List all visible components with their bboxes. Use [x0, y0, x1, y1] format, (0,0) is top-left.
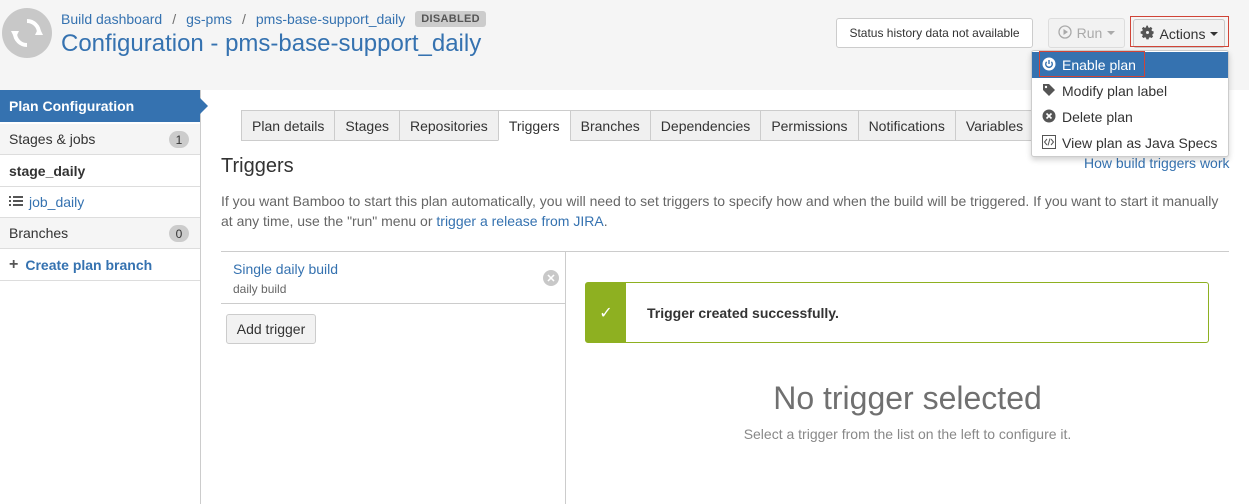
breadcrumb-project-link[interactable]: gs-pms	[186, 11, 232, 27]
sidebar-heading[interactable]: Plan Configuration	[0, 90, 208, 122]
help-link[interactable]: How build triggers work	[1084, 155, 1230, 171]
tag-icon	[1042, 83, 1056, 100]
status-history-button[interactable]: Status history data not available	[836, 18, 1033, 48]
menu-item-enable-plan[interactable]: Enable plan	[1032, 52, 1228, 78]
page-title[interactable]: Configuration - pms-base-support_daily	[61, 30, 481, 58]
success-message: ✓ Trigger created successfully.	[585, 282, 1209, 343]
trigger-description: daily build	[233, 282, 287, 296]
menu-item-label: View plan as Java Specs	[1062, 135, 1218, 151]
section-title: Triggers	[221, 155, 294, 177]
run-label: Run	[1076, 25, 1103, 41]
breadcrumb-dashboard-link[interactable]: Build dashboard	[61, 11, 162, 27]
sidebar-item-label: Stages & jobs	[9, 131, 96, 147]
code-icon	[1042, 134, 1056, 152]
breadcrumb-separator: /	[172, 11, 177, 27]
menu-item-label: Delete plan	[1062, 109, 1133, 125]
actions-label: Actions	[1159, 25, 1206, 42]
stages-count-badge: 1	[169, 131, 189, 148]
trigger-list: Single daily build daily build ✕ Add tri…	[221, 252, 566, 504]
list-icon	[9, 194, 23, 210]
sidebar-job-item[interactable]: job_daily	[0, 187, 200, 218]
tab-repositories[interactable]: Repositories	[398, 110, 498, 141]
play-icon	[1058, 24, 1072, 42]
run-button[interactable]: Run	[1048, 18, 1125, 48]
menu-item-modify-plan-label[interactable]: Modify plan label	[1032, 78, 1228, 104]
plan-status-icon	[2, 8, 52, 58]
config-tabs: Plan details Stages Repositories Trigger…	[241, 110, 1035, 141]
sidebar-item-label: Branches	[9, 225, 69, 241]
plus-icon: +	[9, 256, 19, 273]
jira-release-link[interactable]: trigger a release from JIRA	[436, 213, 603, 229]
plan-config-sidebar: Plan Configuration Stages & jobs 1 stage…	[0, 90, 208, 504]
tab-variables[interactable]: Variables	[954, 110, 1035, 141]
disabled-status-badge: DISABLED	[415, 11, 486, 27]
tab-permissions[interactable]: Permissions	[760, 110, 858, 141]
breadcrumb: Build dashboard / gs-pms / pms-base-supp…	[61, 11, 486, 27]
create-branch-label: Create plan branch	[25, 257, 153, 273]
actions-dropdown-menu: Enable plan Modify plan label Delete pla…	[1031, 50, 1229, 157]
tab-plan-details[interactable]: Plan details	[241, 110, 335, 141]
delete-trigger-icon[interactable]: ✕	[543, 270, 559, 286]
tab-branches[interactable]: Branches	[569, 110, 650, 141]
branches-count-badge: 0	[169, 225, 189, 242]
description-text: If you want Bamboo to start this plan au…	[221, 193, 1219, 229]
sidebar-item-branches[interactable]: Branches 0	[0, 218, 200, 249]
menu-item-view-java-specs[interactable]: View plan as Java Specs	[1032, 130, 1228, 156]
chevron-down-icon	[1210, 31, 1219, 36]
empty-state-subtitle: Select a trigger from the list on the le…	[743, 426, 1072, 442]
chevron-down-icon	[1107, 31, 1116, 35]
checkmark-icon: ✓	[586, 283, 626, 342]
job-link[interactable]: job_daily	[29, 194, 84, 210]
success-text: Trigger created successfully.	[647, 305, 839, 321]
description-text: .	[603, 213, 608, 229]
create-plan-branch-link[interactable]: + Create plan branch	[0, 250, 200, 281]
stage-name: stage_daily	[9, 163, 86, 179]
breadcrumb-separator: /	[241, 11, 246, 27]
section-description: If you want Bamboo to start this plan au…	[221, 191, 1229, 231]
tab-stages[interactable]: Stages	[334, 110, 399, 141]
power-icon	[1042, 57, 1056, 74]
tab-triggers[interactable]: Triggers	[497, 110, 570, 141]
delete-icon	[1042, 109, 1056, 126]
sidebar-item-stages-jobs[interactable]: Stages & jobs 1	[0, 124, 200, 155]
add-trigger-button[interactable]: Add trigger	[226, 314, 316, 344]
sidebar-stage-item[interactable]: stage_daily	[0, 156, 200, 187]
actions-button[interactable]: Actions	[1133, 19, 1225, 48]
menu-item-delete-plan[interactable]: Delete plan	[1032, 104, 1228, 130]
gear-icon	[1140, 25, 1155, 43]
menu-item-label: Enable plan	[1062, 57, 1136, 73]
list-item[interactable]: Single daily build daily build ✕	[221, 252, 565, 304]
tab-notifications[interactable]: Notifications	[857, 110, 955, 141]
menu-item-label: Modify plan label	[1062, 83, 1168, 99]
breadcrumb-plan-link[interactable]: pms-base-support_daily	[256, 11, 405, 27]
empty-state-title: No trigger selected	[773, 380, 1042, 416]
tab-dependencies[interactable]: Dependencies	[649, 110, 761, 141]
trigger-name[interactable]: Single daily build	[233, 261, 338, 277]
